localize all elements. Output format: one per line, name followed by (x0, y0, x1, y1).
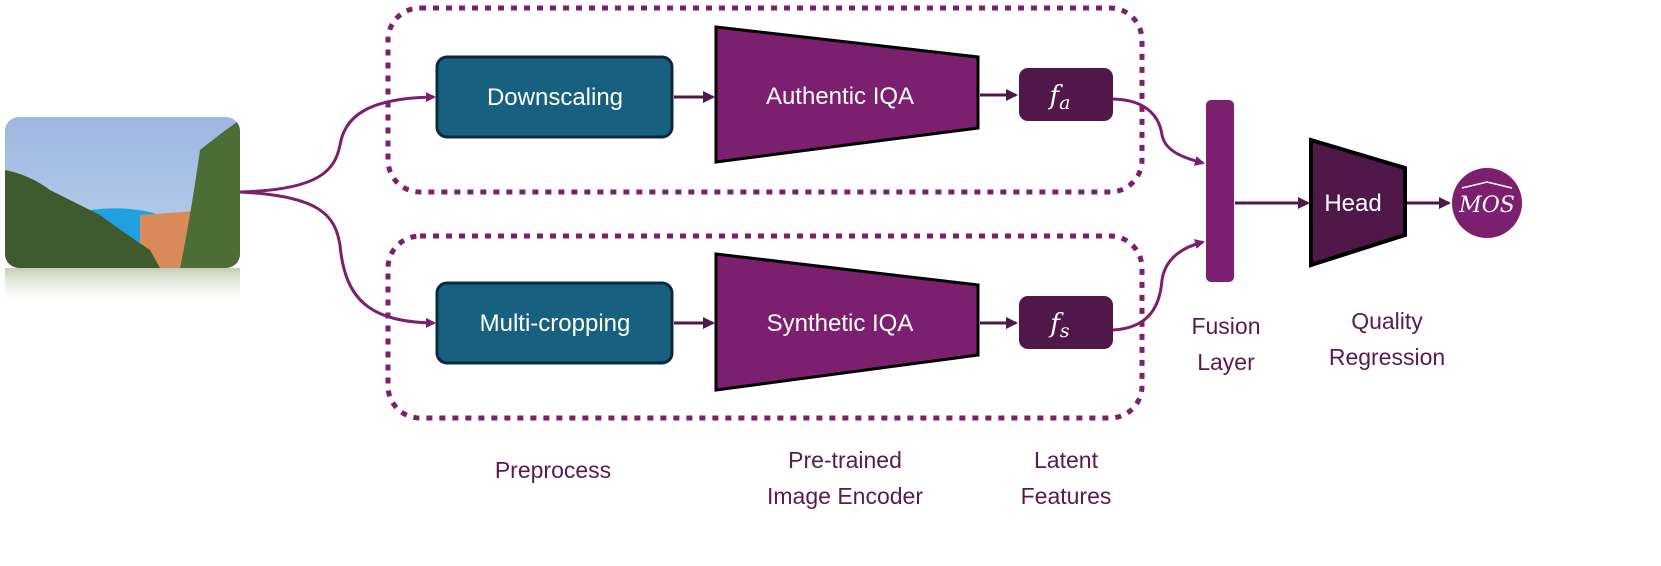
feature-fs: fs (1019, 296, 1113, 349)
arrow-to-downscaling (239, 92, 436, 194)
downscaling-block: Downscaling (435, 55, 674, 139)
fusion-label-line1: Fusion (1191, 313, 1260, 339)
arrow-to-multi-cropping (239, 190, 436, 328)
input-image (5, 117, 240, 308)
arrow-fs-to-fusion (1112, 239, 1205, 332)
preprocess-label: Preprocess (495, 457, 611, 483)
fusion-layer (1206, 100, 1234, 282)
synthetic-iqa-label: Synthetic IQA (767, 310, 914, 337)
authentic-iqa-encoder: Authentic IQA (714, 25, 980, 164)
mos-label: MOS (1458, 193, 1515, 218)
latent-label-line2: Features (1021, 483, 1112, 509)
regression-label-line1: Quality (1351, 308, 1423, 334)
head-label: Head (1324, 190, 1381, 217)
diagram: Downscaling Multi-cropping Authentic IQA… (5, 5, 1522, 509)
authentic-iqa-label: Authentic IQA (766, 83, 914, 110)
arrow-fa-to-fusion (1112, 97, 1205, 166)
multi-cropping-block: Multi-cropping (435, 281, 674, 365)
fusion-label-line2: Layer (1197, 349, 1255, 375)
latent-label-line1: Latent (1034, 447, 1099, 473)
mos-output: MOS (1452, 168, 1522, 238)
regression-label-line2: Regression (1329, 344, 1445, 370)
synthetic-iqa-encoder: Synthetic IQA (714, 252, 980, 392)
regression-head: Head (1309, 137, 1407, 268)
encoder-label-line1: Pre-trained (788, 447, 902, 473)
encoder-label-line2: Image Encoder (767, 483, 923, 509)
multi-cropping-label: Multi-cropping (480, 310, 631, 337)
feature-fa: fa (1019, 68, 1113, 121)
downscaling-label: Downscaling (487, 84, 623, 111)
